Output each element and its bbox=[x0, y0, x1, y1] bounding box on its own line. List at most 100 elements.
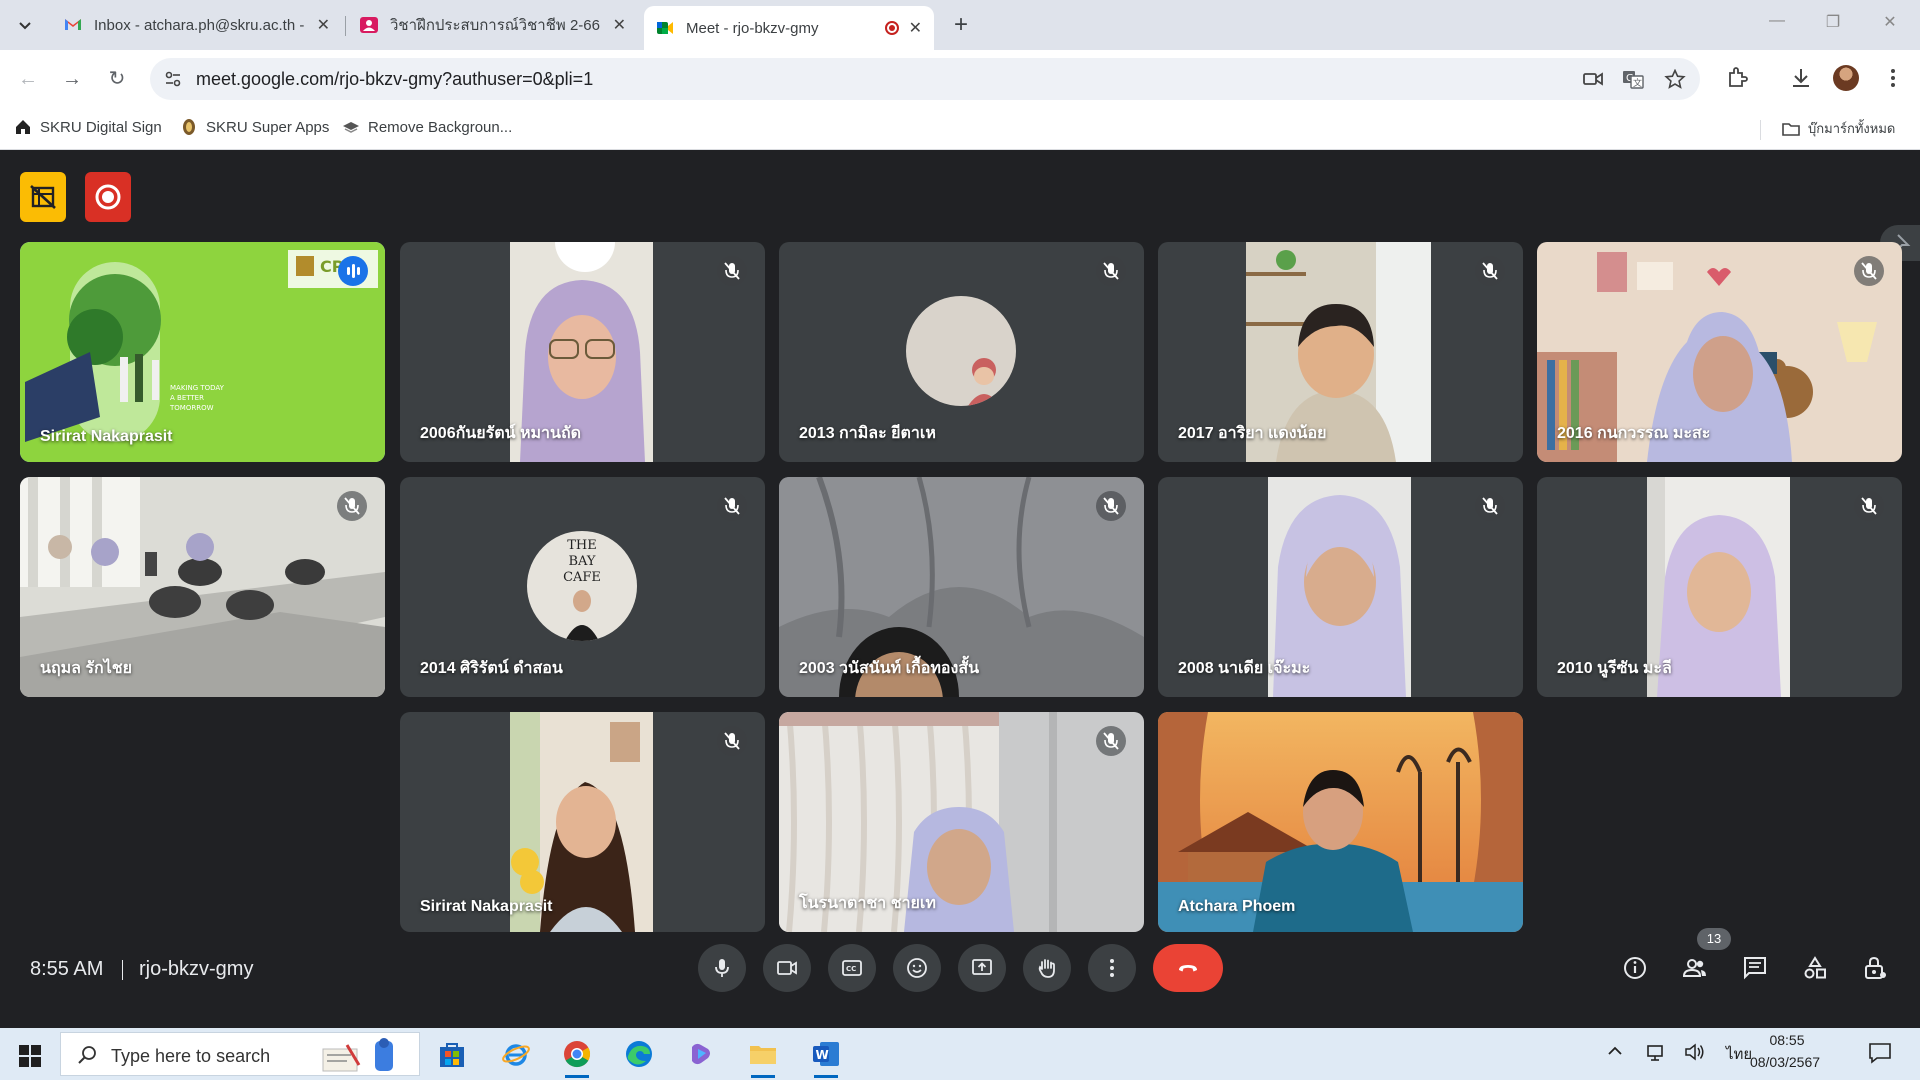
participant-tile[interactable]: 2016 กนกวรรณ มะสะ bbox=[1537, 242, 1902, 462]
reactions-button[interactable] bbox=[893, 944, 941, 992]
tab-classroom[interactable]: วิชาฝึกประสบการณ์วิชาชีพ 2-66 กล ✕ bbox=[348, 6, 638, 44]
recording-indicator[interactable] bbox=[85, 172, 131, 222]
taskbar-app-chrome[interactable] bbox=[559, 1036, 595, 1078]
svg-text:CC: CC bbox=[846, 965, 856, 973]
taskbar-app-edge[interactable] bbox=[621, 1036, 657, 1072]
bookmarks-bar: SKRU Digital Sign SKRU Super Apps Remove… bbox=[0, 108, 1920, 150]
participant-tile[interactable]: นฤมล รักไชย bbox=[20, 477, 385, 697]
banner-text-line: TOMORROW bbox=[169, 404, 214, 412]
participant-tile[interactable]: 2008 นาเดีย เจ๊ะมะ bbox=[1158, 477, 1523, 697]
notifications-icon[interactable] bbox=[1868, 1042, 1892, 1068]
chat-button[interactable] bbox=[1739, 952, 1771, 984]
bookmark-star-icon[interactable] bbox=[1664, 69, 1686, 89]
internet-explorer-icon bbox=[502, 1044, 530, 1066]
close-window-icon[interactable]: ✕ bbox=[1875, 12, 1905, 32]
participant-tile[interactable]: THE BAY CAFE 2014 ศิริรัตน์ ดำสอน bbox=[400, 477, 765, 697]
camera-button[interactable] bbox=[763, 944, 811, 992]
tab-meet[interactable]: Meet - rjo-bkzv-gmy ✕ bbox=[644, 6, 934, 50]
close-tab-icon[interactable]: ✕ bbox=[613, 15, 626, 35]
microphone-button[interactable] bbox=[698, 944, 746, 992]
activities-button[interactable] bbox=[1799, 952, 1831, 984]
muted-mic-icon bbox=[1096, 491, 1126, 521]
more-options-button[interactable] bbox=[1088, 944, 1136, 992]
participant-avatar: THE BAY CAFE bbox=[527, 531, 637, 641]
chrome-icon bbox=[564, 1041, 591, 1068]
taskbar-date[interactable]: 08/03/2567 bbox=[1740, 1054, 1830, 1070]
folder-icon bbox=[750, 1046, 776, 1064]
folder-icon bbox=[1782, 122, 1800, 136]
info-icon bbox=[1624, 957, 1646, 979]
taskbar-app-copilot[interactable] bbox=[683, 1036, 719, 1072]
camera-in-use-icon[interactable] bbox=[1582, 69, 1604, 89]
taskbar-time[interactable]: 08:55 bbox=[1757, 1032, 1817, 1048]
taskbar-app-internet-explorer[interactable] bbox=[498, 1036, 534, 1072]
menu-kebab-icon[interactable] bbox=[1880, 65, 1906, 91]
participant-name: 2008 นาเดีย เจ๊ะมะ bbox=[1178, 660, 1311, 677]
windows-start-icon[interactable] bbox=[18, 1044, 42, 1068]
participant-tile[interactable]: 2006กันยรัตน์ หมานถัด bbox=[400, 242, 765, 462]
participant-name: โนรนาตาชา ชายเท bbox=[799, 895, 936, 912]
bookmark-skru-digital-sign[interactable]: SKRU Digital Sign bbox=[14, 118, 162, 136]
taskbar-app-word[interactable]: W bbox=[808, 1036, 844, 1078]
host-controls-button[interactable] bbox=[20, 172, 66, 222]
home-icon bbox=[16, 120, 30, 134]
windows-taskbar: Type here to search W ไทย 08:55 08/03/25… bbox=[0, 1028, 1920, 1080]
browser-tab-bar: Inbox - atchara.ph@skru.ac.th - ✕ วิชาฝึ… bbox=[0, 0, 1920, 50]
bookmark-label: SKRU Digital Sign bbox=[40, 118, 162, 136]
meeting-details-button[interactable] bbox=[1619, 952, 1651, 984]
participant-tile[interactable]: Sirirat Nakaprasit bbox=[400, 712, 765, 932]
people-icon bbox=[1682, 959, 1706, 977]
new-tab-button[interactable]: + bbox=[948, 12, 974, 38]
host-controls-lock-button[interactable] bbox=[1859, 952, 1891, 984]
show-hidden-icons-icon[interactable] bbox=[1606, 1042, 1624, 1064]
bookmark-skru-super-apps[interactable]: SKRU Super Apps bbox=[180, 118, 329, 136]
participant-tile[interactable]: 2010 นูรีซัน มะลี bbox=[1537, 477, 1902, 697]
volume-icon[interactable] bbox=[1684, 1042, 1706, 1066]
restore-icon[interactable]: ❐ bbox=[1818, 12, 1848, 32]
participant-name: 2013 กามิละ ยีตาเห bbox=[799, 425, 936, 442]
forward-icon[interactable]: → bbox=[58, 65, 86, 93]
extensions-icon[interactable] bbox=[1724, 65, 1750, 91]
participant-tile[interactable]: 2003 วนัสนันท์ เกื้อทองสั้น bbox=[779, 477, 1144, 697]
download-icon[interactable] bbox=[1788, 65, 1814, 91]
close-tab-icon[interactable]: ✕ bbox=[317, 15, 330, 35]
present-screen-button[interactable] bbox=[958, 944, 1006, 992]
profile-avatar[interactable] bbox=[1833, 65, 1859, 91]
all-bookmarks-button[interactable]: บุ๊กมาร์กทั้งหมด bbox=[1782, 118, 1895, 139]
captions-icon: CC bbox=[842, 960, 862, 976]
participant-tile[interactable]: 2013 กามิละ ยีตาเห bbox=[779, 242, 1144, 462]
taskbar-app-file-explorer[interactable] bbox=[745, 1036, 781, 1078]
tab-search-chevron-icon[interactable] bbox=[12, 12, 38, 38]
captions-button[interactable]: CC bbox=[828, 944, 876, 992]
minimize-icon[interactable]: — bbox=[1762, 12, 1792, 30]
participant-tile[interactable]: 2017 อาริยา แดงน้อย bbox=[1158, 242, 1523, 462]
participant-tile[interactable]: CP MAKING TODAY A BETTER TOMORROW Sirira… bbox=[20, 242, 385, 462]
tab-gmail[interactable]: Inbox - atchara.ph@skru.ac.th - ✕ bbox=[52, 6, 342, 44]
back-icon[interactable]: ← bbox=[14, 65, 42, 93]
no-video-icon bbox=[30, 185, 56, 209]
reload-icon[interactable]: ↻ bbox=[103, 65, 131, 93]
close-tab-icon[interactable]: ✕ bbox=[909, 18, 922, 38]
leave-call-button[interactable] bbox=[1153, 944, 1223, 992]
muted-mic-icon bbox=[1854, 256, 1884, 286]
tab-title: Meet - rjo-bkzv-gmy bbox=[686, 19, 819, 37]
address-bar[interactable]: meet.google.com/rjo-bkzv-gmy?authuser=0&… bbox=[150, 58, 1700, 100]
url-text[interactable]: meet.google.com/rjo-bkzv-gmy?authuser=0&… bbox=[196, 69, 593, 90]
taskbar-search-box[interactable]: Type here to search bbox=[60, 1032, 420, 1076]
speaking-indicator-icon bbox=[338, 256, 368, 286]
site-info-icon[interactable] bbox=[164, 70, 182, 88]
muted-mic-icon bbox=[1096, 256, 1126, 286]
participant-tile[interactable]: โนรนาตาชา ชายเท bbox=[779, 712, 1144, 932]
banner-text-line: A BETTER bbox=[170, 394, 204, 402]
people-button[interactable] bbox=[1679, 952, 1711, 984]
participant-tile[interactable]: Atchara Phoem bbox=[1158, 712, 1523, 932]
raise-hand-button[interactable] bbox=[1023, 944, 1071, 992]
translate-icon[interactable]: G文 bbox=[1622, 69, 1644, 89]
gmail-icon bbox=[64, 17, 82, 33]
bookmark-remove-background[interactable]: Remove Backgroun... bbox=[342, 118, 512, 136]
taskbar-app-store[interactable] bbox=[434, 1036, 470, 1072]
network-icon[interactable] bbox=[1645, 1042, 1665, 1066]
meet-icon bbox=[656, 20, 674, 36]
classroom-icon bbox=[360, 17, 378, 33]
browser-toolbar: ← → ↻ meet.google.com/rjo-bkzv-gmy?authu… bbox=[0, 50, 1920, 108]
